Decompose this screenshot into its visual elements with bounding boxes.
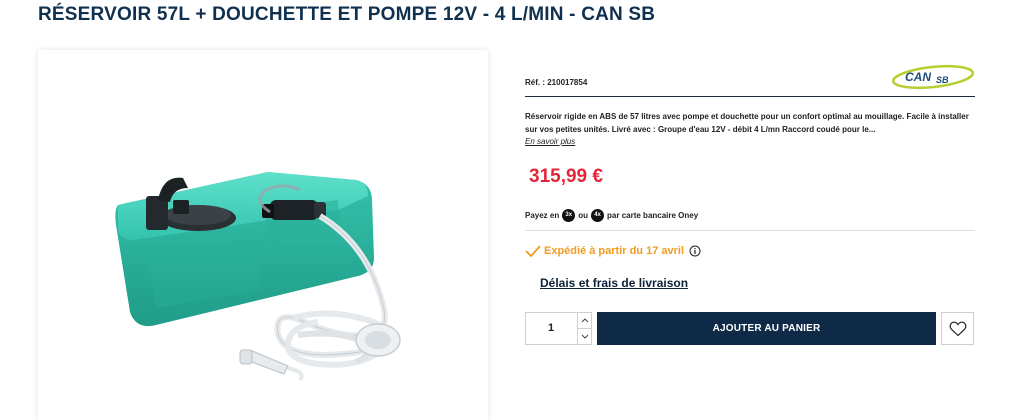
product-description: Réservoir rigide en ABS de 57 litres ave… [525,112,969,134]
payment-suffix: par carte bancaire Oney [607,210,699,220]
payment-prefix: Payez en [525,210,560,220]
product-reference: Réf. : 210017854 [525,78,588,87]
heart-icon [949,321,966,336]
product-image [115,172,401,382]
payment-4x-badge[interactable]: 4x [591,208,605,222]
product-image-panel[interactable] [38,50,488,420]
chevron-down-icon[interactable] [577,329,592,344]
wishlist-button[interactable] [941,312,974,345]
product-price: 315,99 € [529,166,603,187]
shipping-info: Expédié à partir du 17 avril [525,245,701,257]
svg-text:SB: SB [936,75,949,85]
divider [525,230,975,231]
shipping-text: Expédié à partir du 17 avril [544,245,685,257]
info-icon[interactable] [689,245,701,257]
read-more-link[interactable]: En savoir plus [525,137,575,146]
svg-text:CAN: CAN [905,70,931,84]
check-icon [525,245,541,257]
product-title: RÉSERVOIR 57L + DOUCHETTE ET POMPE 12V -… [38,4,656,25]
reference-row: Réf. : 210017854 CAN SB [525,64,975,97]
quantity-stepper[interactable]: 1 [525,312,592,345]
quantity-input[interactable]: 1 [526,313,576,344]
payment-3x-badge[interactable]: 3x [562,208,576,222]
oney-payment-info: Payez en 3x ou 4x par carte bancaire One… [525,208,698,222]
brand-logo[interactable]: CAN SB [891,64,975,90]
chevron-up-icon[interactable] [577,313,592,329]
add-to-cart-button[interactable]: AJOUTER AU PANIER [597,312,936,345]
payment-connector: ou [578,210,589,220]
delivery-info-link[interactable]: Délais et frais de livraison [540,276,688,290]
